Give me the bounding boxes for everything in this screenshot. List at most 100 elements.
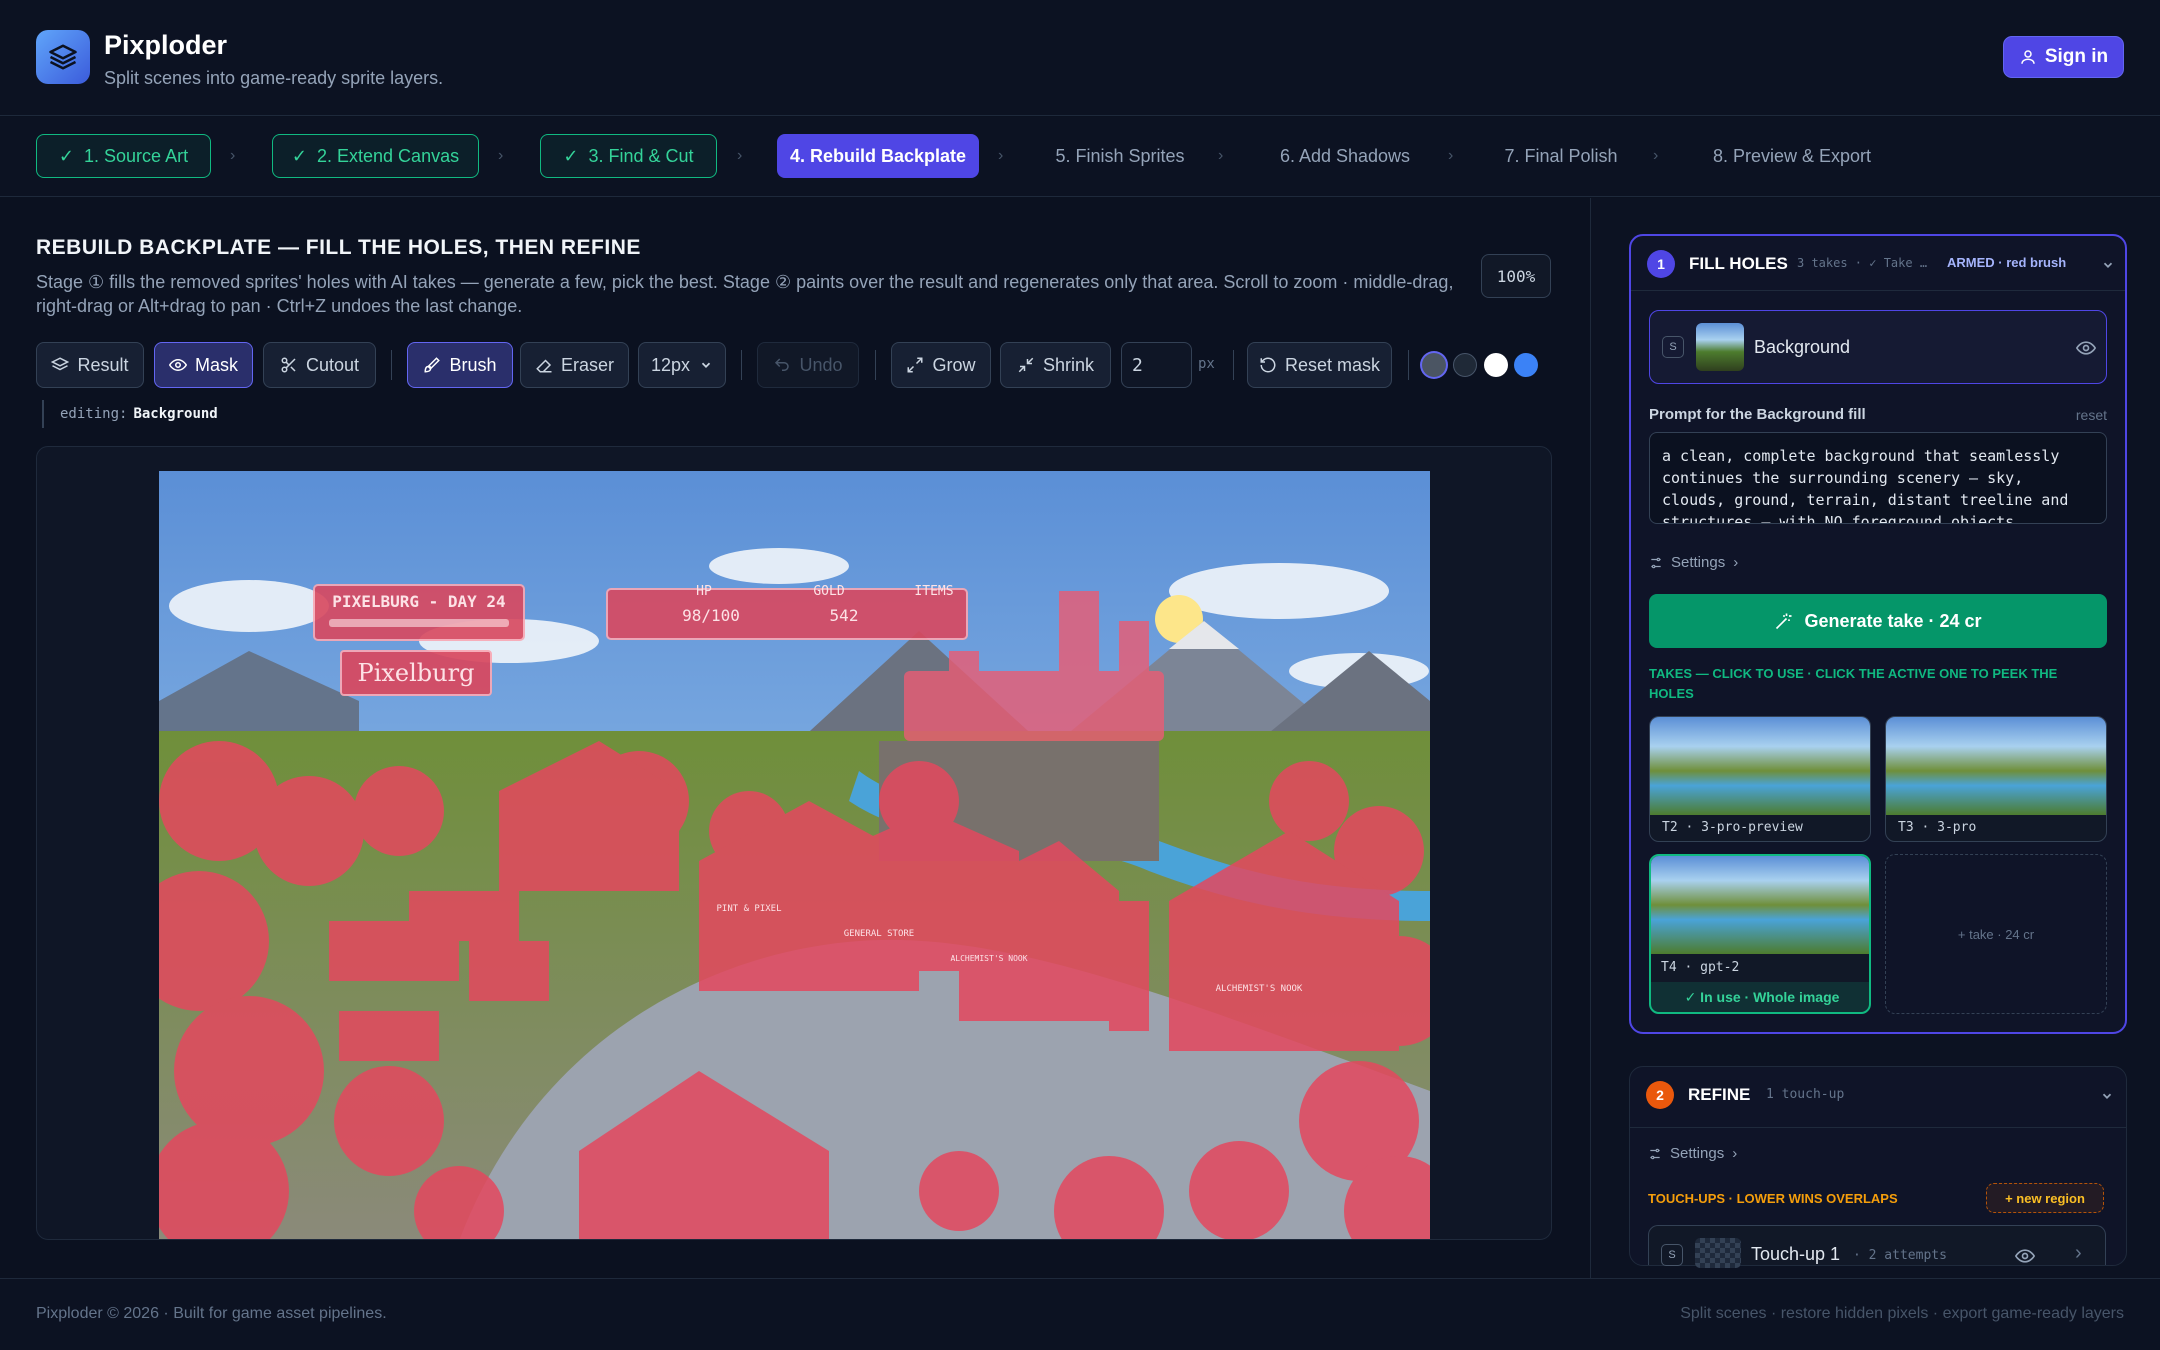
sign-in-button[interactable]: Sign in — [2003, 36, 2124, 78]
toolbar-divider — [391, 350, 392, 380]
brush-label: Brush — [449, 354, 497, 375]
touchup-thumbnail — [1695, 1238, 1741, 1268]
sliders-icon — [1650, 1148, 1660, 1159]
step-label: 1. Source Art — [84, 145, 189, 166]
take-thumbnail — [1651, 856, 1869, 954]
prompt-textarea[interactable]: a clean, complete background that seamle… — [1649, 432, 2107, 524]
card-divider — [1630, 1127, 2126, 1128]
layers-icon[interactable] — [36, 30, 90, 84]
touchups-label: TOUCH-UPS · LOWER WINS OVERLAPS — [1648, 1191, 1898, 1206]
step-finish-sprites[interactable]: 5. Finish Sprites — [1040, 134, 1200, 178]
step-rebuild-backplate[interactable]: 4. Rebuild Backplate — [777, 134, 979, 178]
eye-icon[interactable] — [2076, 338, 2096, 358]
user-icon — [2021, 50, 2035, 64]
step-add-shadows[interactable]: 6. Add Shadows — [1268, 134, 1422, 178]
px-unit-label: px — [1198, 356, 1215, 372]
chevron-down-icon[interactable] — [2101, 258, 2115, 272]
magic-wand-icon — [1776, 613, 1792, 630]
cutout-view-button[interactable]: Cutout — [263, 342, 376, 388]
step-label: 7. Final Polish — [1504, 145, 1618, 166]
grow-shrink-amount-input[interactable]: 2 — [1121, 342, 1192, 388]
take-label: T4 · gpt-2 — [1661, 960, 1740, 975]
hud-sign: Pixelburg — [340, 650, 492, 696]
fill-settings-toggle[interactable]: Settings › — [1649, 554, 1738, 571]
expand-icon — [907, 357, 923, 373]
undo-button[interactable]: Undo — [757, 342, 859, 388]
px-value: 2 — [1132, 354, 1143, 376]
editing-layer-name: Background — [133, 406, 218, 422]
shrink-icon — [1018, 357, 1034, 373]
take-label: T3 · 3-pro — [1898, 820, 1977, 835]
mask-color-swatch-blue[interactable] — [1514, 353, 1538, 377]
brush-icon — [424, 357, 441, 373]
toolbar-divider — [741, 350, 742, 380]
step-extend-canvas[interactable]: ✓ 2. Extend Canvas — [272, 134, 479, 178]
touchup-row[interactable]: S Touch-up 1 · 2 attempts › — [1648, 1225, 2106, 1268]
eraser-tool-button[interactable]: Eraser — [520, 342, 629, 388]
grow-mask-button[interactable]: Grow — [891, 342, 991, 388]
shrink-label: Shrink — [1042, 354, 1095, 375]
brush-size-select[interactable]: 12px — [638, 342, 726, 388]
canvas-viewport[interactable]: PIXELBURG - DAY 24 Pixelburg HP 98/100 G… — [36, 446, 1552, 1240]
hud-town-panel: PIXELBURG - DAY 24 — [313, 584, 525, 641]
step-label: 2. Extend Canvas — [317, 145, 460, 166]
shrink-mask-button[interactable]: Shrink — [1000, 342, 1111, 388]
touchup-meta: · 2 attempts — [1853, 1248, 1947, 1263]
step-source-art[interactable]: ✓ 1. Source Art — [36, 134, 211, 178]
card-divider — [1631, 290, 2125, 291]
hud-town-text: PIXELBURG - DAY 24 — [332, 592, 505, 611]
hud-sign-text: Pixelburg — [358, 659, 475, 687]
brush-size-value: 12px — [651, 354, 691, 375]
step-preview-export[interactable]: 8. Preview & Export — [1702, 134, 1882, 178]
sign-in-label: Sign in — [2044, 46, 2109, 67]
mask-color-swatch-dark[interactable] — [1453, 353, 1477, 377]
page-footer: Pixploder © 2026 · Built for game asset … — [0, 1278, 2160, 1350]
undo-icon — [775, 358, 790, 371]
zoom-level[interactable]: 100% — [1481, 254, 1551, 298]
toolbar-divider — [1408, 350, 1409, 380]
refine-title: REFINE — [1688, 1085, 1751, 1104]
layer-thumbnail — [1696, 323, 1744, 371]
chevron-right-icon[interactable]: › — [2075, 1242, 2082, 1265]
mask-view-button[interactable]: Mask — [154, 342, 253, 388]
mask-color-swatch-white[interactable] — [1484, 353, 1508, 377]
fill-holes-card: 1 FILL HOLES 3 takes · ✓ Take … ARMED · … — [1629, 234, 2127, 1034]
take-in-use-status: ✓ In use · Whole image — [1651, 982, 1869, 1012]
take-card[interactable]: T2 · 3-pro-preview — [1649, 716, 1871, 842]
mask-color-swatch-gray[interactable] — [1422, 353, 1446, 377]
refine-settings-toggle[interactable]: Settings › — [1648, 1145, 1737, 1162]
eye-icon[interactable] — [2015, 1246, 2035, 1266]
chevron-right-icon: › — [737, 147, 743, 164]
take-thumbnail — [1650, 717, 1870, 815]
hud-gold-label: GOLD — [813, 584, 844, 599]
touchup-name: Touch-up 1 — [1751, 1244, 1841, 1264]
generate-take-button[interactable]: Generate take · 24 cr — [1649, 594, 2107, 648]
take-thumbnail — [1886, 717, 2106, 815]
cutout-label: Cutout — [305, 354, 360, 375]
check-icon: ✓ — [563, 145, 579, 166]
background-layer-row[interactable]: S Background — [1649, 310, 2107, 384]
undo-label: Undo — [799, 354, 843, 375]
reset-mask-button[interactable]: Reset mask — [1247, 342, 1392, 388]
chevron-right-icon: › — [230, 147, 236, 164]
prompt-reset-link[interactable]: reset — [2076, 407, 2107, 423]
step-final-polish[interactable]: 7. Final Polish — [1494, 134, 1628, 178]
reset-mask-label: Reset mask — [1284, 354, 1381, 375]
chevron-down-icon[interactable] — [2100, 1089, 2114, 1103]
scene-canvas[interactable]: PIXELBURG - DAY 24 Pixelburg HP 98/100 G… — [159, 471, 1430, 1240]
new-region-button[interactable]: + new region — [1986, 1183, 2104, 1213]
step-label: 4. Rebuild Backplate — [789, 145, 967, 166]
step-find-cut[interactable]: ✓ 3. Find & Cut — [540, 134, 717, 178]
take-card[interactable]: T3 · 3-pro — [1885, 716, 2107, 842]
result-view-button[interactable]: Result — [36, 342, 144, 388]
chevron-right-icon: › — [1653, 147, 1659, 164]
brush-tool-button[interactable]: Brush — [407, 342, 513, 388]
take-card-active[interactable]: T4 · gpt-2 ✓ In use · Whole image — [1649, 854, 1871, 1014]
grow-label: Grow — [932, 354, 976, 375]
shop-sign-2: GENERAL STORE — [844, 929, 914, 939]
mask-label: Mask — [194, 354, 238, 375]
footer-copyright: Pixploder © 2026 · Built for game asset … — [36, 1305, 387, 1322]
prompt-label: Prompt for the Background fill — [1649, 406, 1866, 423]
add-take-button[interactable]: + take · 24 cr — [1885, 854, 2107, 1014]
step-label: 3. Find & Cut — [588, 145, 694, 166]
